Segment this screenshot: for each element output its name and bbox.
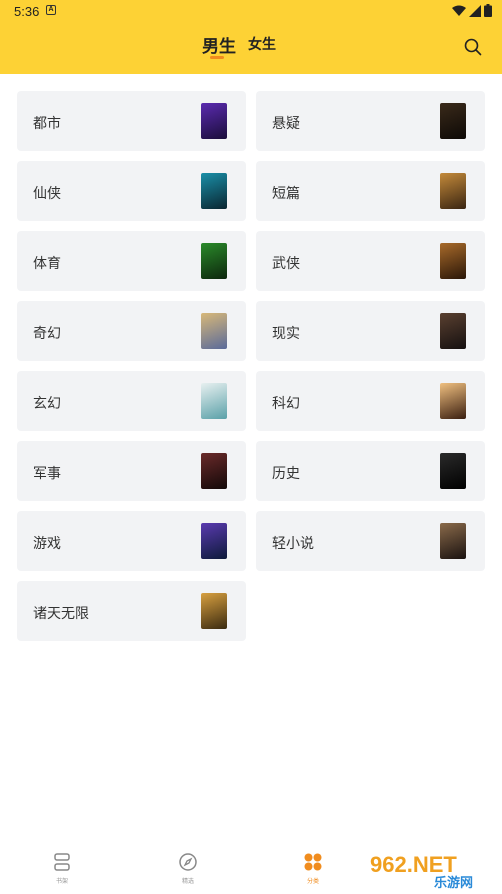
category-label: 游戏 bbox=[33, 535, 61, 551]
nav-category-label: 分类 bbox=[306, 879, 319, 885]
tab-male[interactable]: 男生 bbox=[202, 32, 236, 57]
notification-icon: A bbox=[46, 5, 56, 15]
category-card[interactable]: 都市 bbox=[17, 91, 246, 151]
bookshelf-icon bbox=[54, 853, 70, 871]
category-label: 短篇 bbox=[272, 185, 300, 201]
category-label: 奇幻 bbox=[33, 325, 61, 341]
active-tab-indicator bbox=[210, 56, 224, 59]
signal-icon bbox=[469, 4, 481, 17]
battery-icon bbox=[484, 4, 492, 17]
watermark-subtext: 乐游网 bbox=[434, 875, 473, 890]
compass-icon bbox=[179, 853, 197, 871]
category-card[interactable]: 轻小说 bbox=[256, 511, 485, 571]
book-cover-thumbnail bbox=[440, 243, 466, 279]
book-cover-thumbnail bbox=[201, 173, 227, 209]
category-card[interactable]: 奇幻 bbox=[17, 301, 246, 361]
status-icons bbox=[452, 4, 492, 17]
category-label: 武侠 bbox=[272, 255, 300, 271]
nav-bookshelf-label: 书架 bbox=[55, 879, 68, 885]
book-cover-thumbnail bbox=[440, 523, 466, 559]
category-card[interactable]: 历史 bbox=[256, 441, 485, 501]
watermark-logo: 962.NET 乐游网 bbox=[366, 850, 498, 890]
status-bar: 5:36 A bbox=[0, 0, 502, 22]
book-cover-thumbnail bbox=[201, 243, 227, 279]
tab-female[interactable]: 女生 bbox=[248, 34, 276, 54]
wifi-icon bbox=[452, 5, 466, 16]
book-cover-thumbnail bbox=[201, 103, 227, 139]
nav-featured[interactable]: 精选 bbox=[158, 852, 218, 885]
category-label: 悬疑 bbox=[272, 115, 300, 131]
category-label: 军事 bbox=[33, 465, 61, 481]
category-label: 诸天无限 bbox=[33, 605, 89, 621]
category-card[interactable]: 武侠 bbox=[256, 231, 485, 291]
book-cover-thumbnail bbox=[201, 453, 227, 489]
category-card[interactable]: 科幻 bbox=[256, 371, 485, 431]
category-card[interactable]: 游戏 bbox=[17, 511, 246, 571]
category-card[interactable]: 仙侠 bbox=[17, 161, 246, 221]
category-icon bbox=[304, 853, 322, 871]
book-cover-thumbnail bbox=[440, 173, 466, 209]
book-cover-thumbnail bbox=[440, 453, 466, 489]
category-card[interactable]: 现实 bbox=[256, 301, 485, 361]
category-label: 都市 bbox=[33, 115, 61, 131]
book-cover-thumbnail bbox=[440, 383, 466, 419]
book-cover-thumbnail bbox=[440, 313, 466, 349]
category-label: 科幻 bbox=[272, 395, 300, 411]
category-card[interactable]: 悬疑 bbox=[256, 91, 485, 151]
category-label: 历史 bbox=[272, 465, 300, 481]
category-card[interactable]: 体育 bbox=[17, 231, 246, 291]
category-card[interactable]: 诸天无限 bbox=[17, 581, 246, 641]
watermark-text: 962.NET bbox=[370, 852, 457, 877]
gender-tabs: 男生 女生 bbox=[0, 30, 502, 64]
book-cover-thumbnail bbox=[201, 593, 227, 629]
category-card[interactable]: 短篇 bbox=[256, 161, 485, 221]
category-label: 轻小说 bbox=[272, 535, 314, 551]
category-label: 现实 bbox=[272, 325, 300, 341]
category-label: 体育 bbox=[33, 255, 61, 271]
nav-category[interactable]: 分类 bbox=[283, 852, 343, 885]
category-card[interactable]: 军事 bbox=[17, 441, 246, 501]
category-card[interactable]: 玄幻 bbox=[17, 371, 246, 431]
nav-featured-label: 精选 bbox=[181, 879, 194, 885]
nav-bookshelf[interactable]: 书架 bbox=[32, 852, 92, 885]
search-icon[interactable] bbox=[464, 38, 482, 56]
book-cover-thumbnail bbox=[201, 313, 227, 349]
book-cover-thumbnail bbox=[201, 523, 227, 559]
book-cover-thumbnail bbox=[440, 103, 466, 139]
category-label: 仙侠 bbox=[33, 185, 61, 201]
category-label: 玄幻 bbox=[33, 395, 61, 411]
status-time: 5:36 bbox=[14, 4, 40, 19]
book-cover-thumbnail bbox=[201, 383, 227, 419]
